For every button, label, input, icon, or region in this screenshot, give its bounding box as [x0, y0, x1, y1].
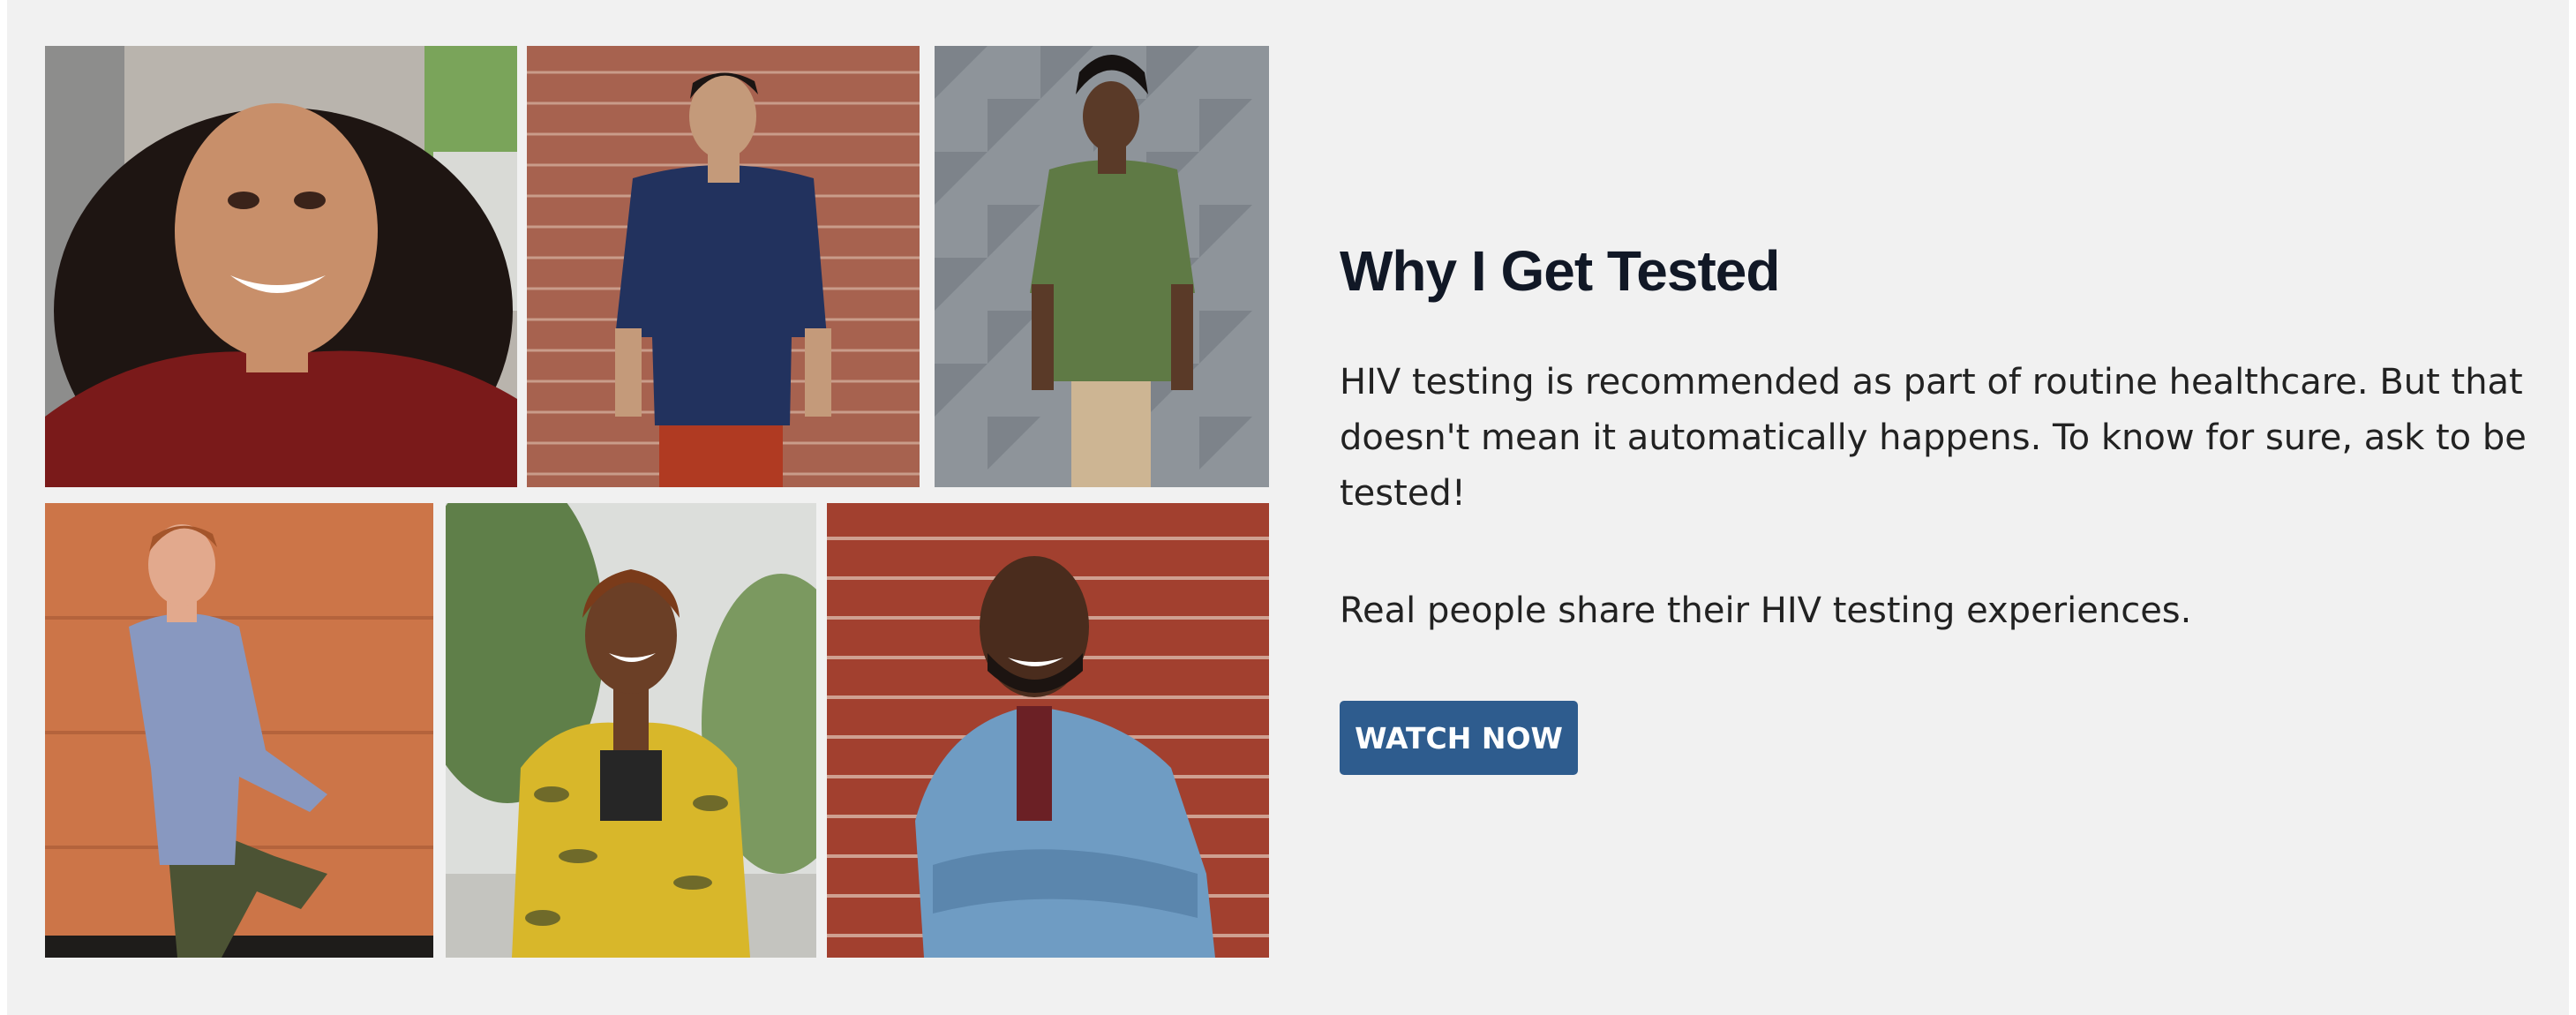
section-description: HIV testing is recommended as part of ro… — [1340, 362, 2527, 514]
portrait-image — [45, 46, 517, 487]
info-block: Why I Get Tested HIV testing is recommen… — [1340, 237, 2540, 639]
portrait-image — [45, 503, 433, 958]
promo-panel: Why I Get Tested HIV testing is recommen… — [7, 0, 2569, 1015]
photo-man-green-shirt — [935, 46, 1269, 487]
portrait-image — [827, 503, 1269, 958]
portrait-image — [446, 503, 816, 958]
section-title: Why I Get Tested — [1340, 239, 1780, 303]
section-tagline: Real people share their HIV testing expe… — [1340, 590, 2192, 631]
photo-man-denim-shirt — [827, 503, 1269, 958]
watch-now-button[interactable]: WATCH NOW — [1340, 701, 1578, 775]
photo-woman-red-blouse — [45, 46, 517, 487]
portrait-image — [527, 46, 920, 487]
photo-man-navy-shirt — [527, 46, 920, 487]
photo-man-blue-shirt — [45, 503, 433, 958]
portrait-image — [935, 46, 1269, 487]
photo-woman-yellow-top — [446, 503, 816, 958]
